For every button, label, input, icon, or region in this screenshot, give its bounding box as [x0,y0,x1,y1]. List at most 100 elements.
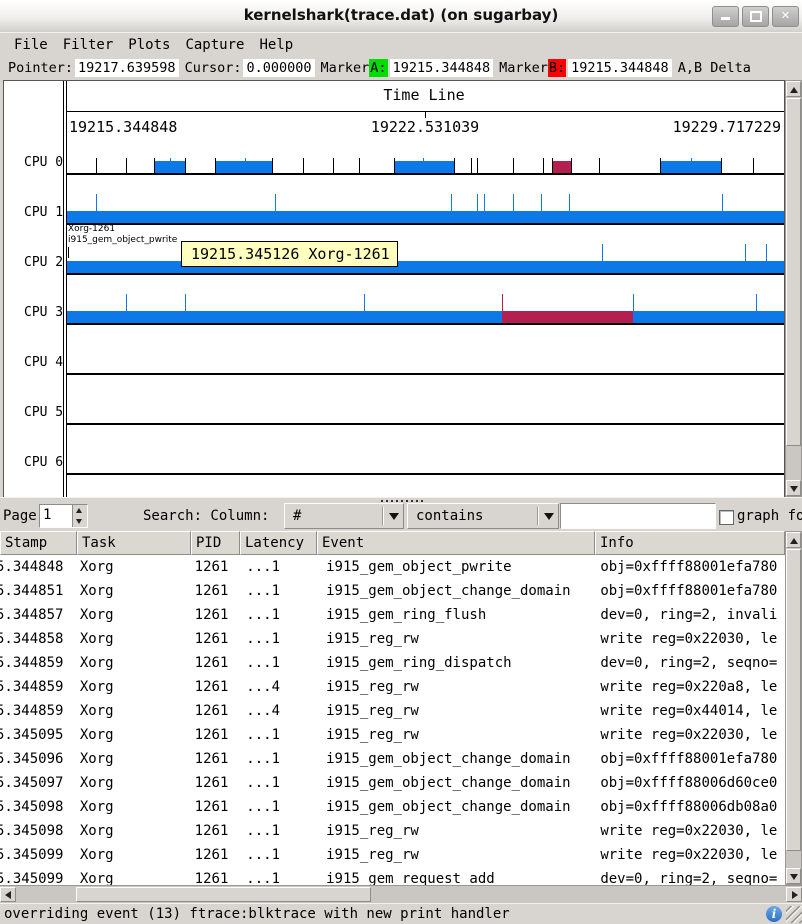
table-hscroll-thumb[interactable] [76,887,371,902]
cell-text: write reg=0x22030, le [600,823,777,839]
table-row[interactable]: 5.345099Xorg1261...1i915_reg_rwwrite reg… [0,843,785,867]
menu-item-plots[interactable]: Plots [128,37,170,53]
column-header-event[interactable]: Event [317,531,595,555]
minimize-button[interactable] [712,6,739,27]
delta-label: A,B Delta [678,60,751,76]
cell-info: write reg=0x22030, le [596,723,785,747]
column-header-info[interactable]: Info [595,531,785,555]
maximize-button[interactable] [742,6,769,27]
page-spinbox[interactable]: 1 [39,504,88,528]
cell-text: 5.345099 [0,867,63,885]
table-row[interactable]: 5.344848Xorg1261...1i915_gem_object_pwri… [0,555,785,579]
graph-scroll-thumb[interactable] [786,98,801,446]
table-row[interactable]: 5.344851Xorg1261...1i915_gem_object_chan… [0,579,785,603]
column-header-latency[interactable]: Latency [240,531,317,555]
cell-text: i915_reg_rw [326,703,419,719]
cpu-plot-4[interactable] [67,329,784,375]
kernelshark-window: kernelshark(trace.dat) (on sugarbay) ✕ F… [0,0,802,924]
menu-item-capture[interactable]: Capture [185,37,244,53]
cpu-plot-5[interactable] [67,379,784,425]
cell-pid: 1261 [191,699,243,723]
close-button[interactable]: ✕ [772,6,799,27]
cell-task: Xorg [75,627,191,651]
page-spin-buttons[interactable] [72,505,87,527]
arrow-up-icon [790,87,798,93]
page-value: 1 [43,507,51,523]
table-scroll-up-button[interactable] [786,532,801,548]
cell-stamp: 5.345096 [0,747,75,771]
table-row[interactable]: 5.344859Xorg1261...4i915_reg_rwwrite reg… [0,675,785,699]
annotation-pointer-line [68,247,69,258]
event-tick [394,158,395,173]
resize-grip[interactable] [786,906,802,923]
table-scroll-right-button[interactable] [786,887,802,902]
cell-stamp: 5.345099 [0,867,75,885]
cell-latency: ...1 [242,651,321,675]
cell-text: i915_reg_rw [326,727,419,743]
table-scroll-down-button[interactable] [786,868,801,884]
info-icon[interactable]: i [766,906,782,922]
cell-text: i915_reg_rw [326,631,419,647]
cell-text: 5.344851 [0,579,63,603]
cell-info: obj=0xffff88001efa780 [596,579,785,603]
cell-text: Xorg [80,799,114,815]
table-header-row: StampTaskPIDLatencyEventInfo [0,531,785,555]
menu-item-file[interactable]: File [14,37,48,53]
table-row[interactable]: 5.345095Xorg1261...1i915_reg_rwwrite reg… [0,723,785,747]
table-row[interactable]: 5.345098Xorg1261...1i915_gem_object_chan… [0,795,785,819]
cell-text: Xorg [80,751,114,767]
cell-text: 1261 [195,703,229,719]
event-tick [333,158,334,173]
column-header-task[interactable]: Task [77,531,191,555]
cell-pid: 1261 [191,579,243,603]
cursor-value: 0.000000 [243,59,314,77]
cell-text: i915_gem_object_change_domain [326,799,570,815]
cpu-baseline [67,473,784,475]
match-select[interactable]: contains [407,503,559,529]
table-row[interactable]: 5.345098Xorg1261...1i915_reg_rwwrite reg… [0,819,785,843]
cell-text: i915_reg_rw [326,823,419,839]
table-row[interactable]: 5.345099Xorg1261...1i915_gem_request_add… [0,867,785,885]
marker-a-badge: A: [369,59,387,77]
cell-pid: 1261 [191,723,243,747]
cell-text: 1261 [195,607,229,623]
table-row[interactable]: 5.345096Xorg1261...1i915_gem_object_chan… [0,747,785,771]
event-tick [484,194,485,211]
cell-text: 1261 [195,775,229,791]
table-row[interactable]: 5.344859Xorg1261...1i915_gem_ring_dispat… [0,651,785,675]
cell-text: Xorg [80,631,114,647]
graph-scroll-down-button[interactable] [786,480,801,496]
event-tick [275,194,276,211]
menu-item-filter[interactable]: Filter [63,37,114,53]
table-row[interactable]: 5.344858Xorg1261...1i915_reg_rwwrite reg… [0,627,785,651]
table-row[interactable]: 5.345097Xorg1261...1i915_gem_object_chan… [0,771,785,795]
graph-follows-checkbox[interactable] [719,510,734,525]
table-scroll-left-button[interactable] [0,887,16,902]
event-tick [541,194,542,211]
menu-item-help[interactable]: Help [259,37,293,53]
cpu-plot-6[interactable] [67,429,784,475]
pointer-label: Pointer: [8,60,73,76]
search-input[interactable] [560,503,716,529]
cell-event: i915_reg_rw [321,675,596,699]
minimize-icon [721,17,730,20]
graph-scroll-up-button[interactable] [786,81,801,97]
cell-info: dev=0, ring=2, invali [596,603,785,627]
event-tick [571,158,572,173]
cell-text: Xorg [80,727,114,743]
cell-event: i915_gem_object_change_domain [321,579,596,603]
column-select[interactable]: # [284,503,404,529]
column-header-stamp[interactable]: Stamp [0,531,77,555]
cell-text: i915_reg_rw [326,679,419,695]
cell-text: Xorg [80,607,114,623]
table-row[interactable]: 5.344857Xorg1261...1i915_gem_ring_flushd… [0,603,785,627]
cell-text: 5.345095 [0,723,63,747]
cell-latency: ...1 [242,747,321,771]
table-row[interactable]: 5.344859Xorg1261...4i915_reg_rwwrite reg… [0,699,785,723]
cell-text: obj=0xffff88006db08a0 [600,799,777,815]
column-header-pid[interactable]: PID [191,531,240,555]
cell-text: 1261 [195,799,229,815]
cell-info: obj=0xffff88001efa780 [596,747,785,771]
event-tick [633,294,634,311]
table-scroll-thumb[interactable] [786,549,801,851]
